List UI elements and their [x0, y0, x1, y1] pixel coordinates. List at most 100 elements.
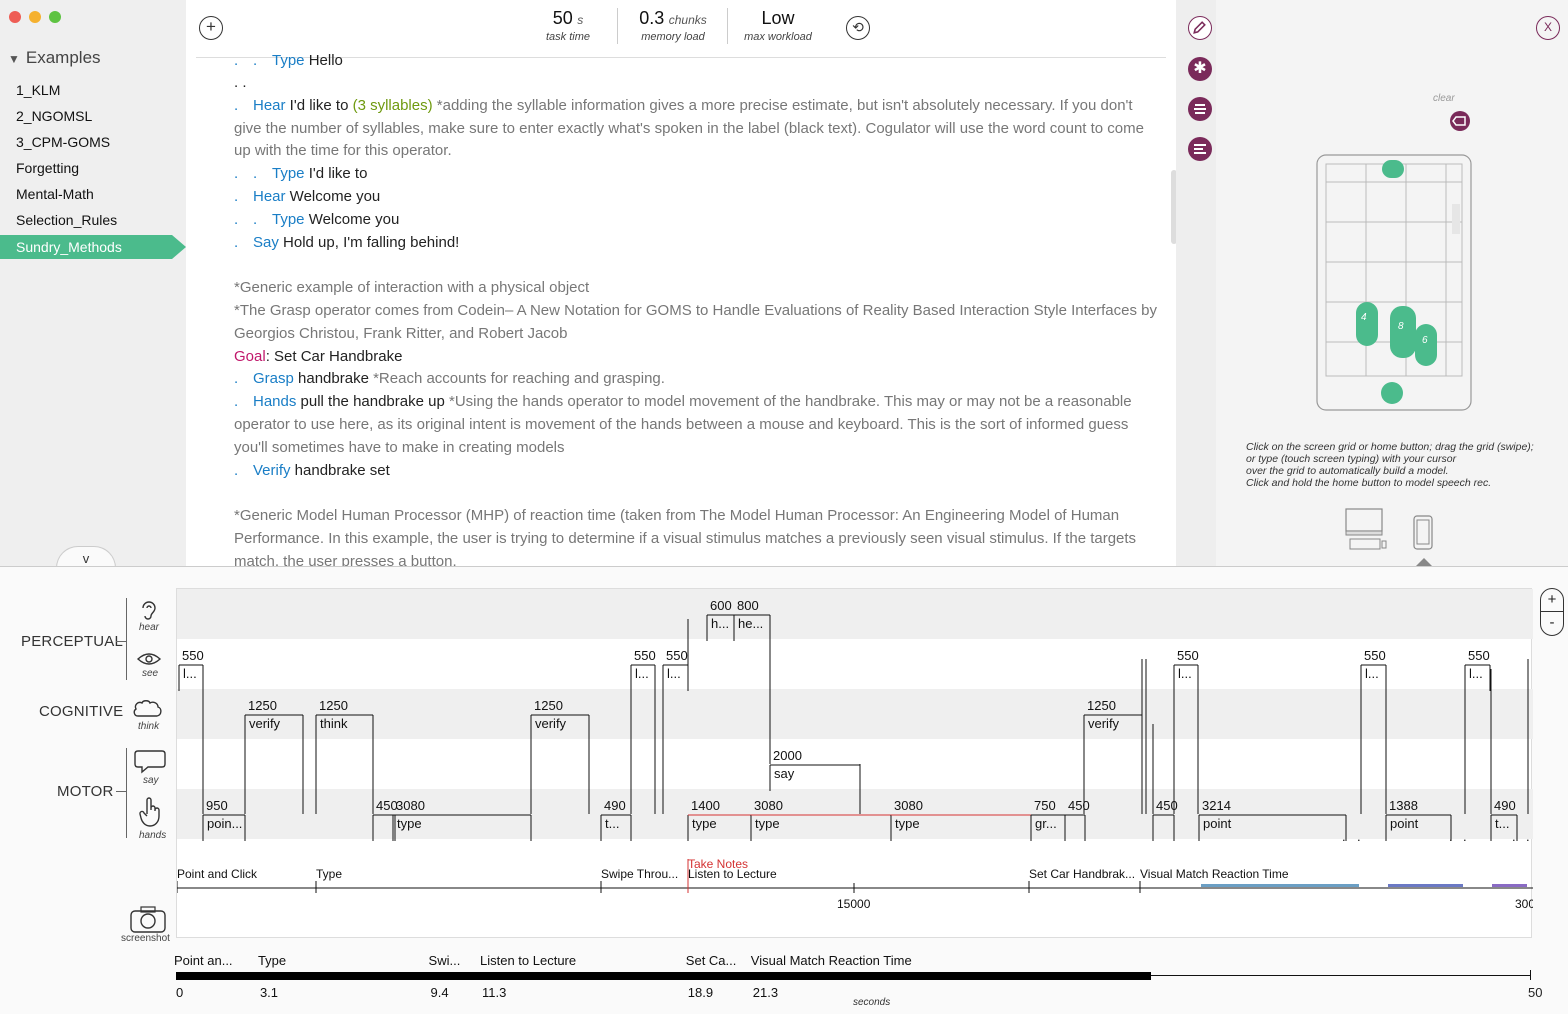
overview-goal-label: Point an...	[174, 953, 233, 968]
edit-button[interactable]	[1188, 16, 1212, 40]
operator-keyword: Grasp	[253, 370, 294, 388]
operator-duration: 1250	[248, 698, 277, 713]
align-button[interactable]	[1188, 97, 1212, 121]
code-editor[interactable]: + 50 s task time 0.3 chunks memory load …	[186, 0, 1214, 566]
code-comment: *Generic example of interaction with a p…	[234, 279, 590, 297]
row-tick	[116, 791, 126, 792]
instruction-line: Click and hold the home button to model …	[1246, 477, 1492, 489]
refresh-button[interactable]: ⟲	[846, 16, 870, 40]
operator-timeline-chart[interactable]: 550 l... 950 poin... 1250 verify 1250 think 450 3…	[176, 588, 1535, 938]
clear-button[interactable]	[1450, 111, 1470, 131]
add-model-button[interactable]: +	[199, 16, 223, 40]
operator-name: he...	[738, 616, 763, 631]
phone-device[interactable]	[1316, 154, 1472, 412]
touch-swipe-8	[1390, 306, 1416, 358]
workload-value: Low	[761, 8, 795, 28]
code-comment: *Reach accounts for reaching and graspin…	[373, 370, 665, 388]
code-line: . Say Hold up, I'm falling behind!	[234, 233, 460, 251]
sidebar-item-selection-rules[interactable]: Selection_Rules	[0, 208, 186, 232]
motor-row-label: MOTOR	[57, 783, 114, 800]
say-label: say	[143, 775, 159, 786]
divider	[727, 8, 728, 44]
operator-name: type	[895, 816, 920, 831]
operator-label: I'd like to	[285, 96, 353, 114]
operator-duration: 490	[604, 798, 626, 813]
disclosure-triangle-icon[interactable]: ▼	[8, 52, 20, 66]
operator-label: Welcome you	[285, 187, 381, 205]
operator-duration: 3214	[1202, 798, 1231, 813]
see-label: see	[142, 668, 159, 679]
home-button[interactable]	[1381, 382, 1403, 404]
zoom-out-button[interactable]: -	[1541, 611, 1563, 634]
operator-duration: 950	[206, 798, 228, 813]
examples-folder[interactable]: ▼ Examples	[8, 48, 101, 68]
settings-button[interactable]: ✱	[1188, 57, 1212, 81]
close-window-button[interactable]	[9, 11, 21, 23]
overview-goal-label: Swi...	[428, 953, 461, 968]
more-dots: .	[1357, 829, 1361, 844]
operator-duration: 600	[710, 598, 732, 613]
overview-time-label: 21.3	[752, 985, 779, 1000]
row-band	[177, 589, 1533, 639]
operator-duration: 550	[666, 648, 688, 663]
syllable-count: (3 syllables)	[352, 96, 433, 114]
axis-tick-label: 15000	[837, 897, 871, 911]
code-dots: . .	[234, 74, 247, 91]
operator-keyword: Hear	[253, 96, 286, 114]
overview-progress	[176, 972, 1151, 980]
instruction-line: Click on the screen grid or home button;…	[1246, 441, 1534, 453]
touch-label: 6	[1422, 335, 1428, 346]
operator-keyword: Hands	[253, 393, 297, 411]
text-lines-icon	[1194, 144, 1206, 154]
touch-swipe-4	[1356, 302, 1378, 346]
sidebar-item-forgetting[interactable]: Forgetting	[0, 156, 186, 180]
perceptual-bracket	[126, 598, 127, 680]
row-tick	[116, 641, 126, 642]
zoom-in-button[interactable]: +	[1541, 589, 1563, 611]
overview-goal-label: Visual Match Reaction Time	[750, 953, 912, 968]
divider	[617, 8, 618, 44]
highlight-range	[1388, 884, 1463, 887]
hear-label: hear	[139, 622, 160, 633]
close-panel-button[interactable]: X	[1536, 16, 1560, 40]
goal-label: : Set Car Handbrake	[265, 347, 403, 365]
zoom-window-button[interactable]	[49, 11, 61, 23]
speech-bubble-icon	[134, 750, 166, 774]
seconds-unit-label: seconds	[853, 997, 891, 1008]
task-time-unit: s	[577, 13, 584, 27]
task-time-stat: 50 s task time	[526, 8, 610, 43]
desktop-icon[interactable]	[1344, 507, 1390, 553]
overview-time-label: 18.9	[687, 985, 714, 1000]
model-code[interactable]: .. Type Hello . . . Hear I'd like to (3 sy…	[234, 50, 1164, 566]
mobile-icon[interactable]	[1412, 514, 1436, 552]
operator-keyword: Verify	[253, 461, 291, 479]
highlight-range	[1201, 884, 1359, 887]
list-icon	[1194, 104, 1206, 114]
overview-time-label: 3.1	[259, 985, 279, 1000]
sidebar-item-mental-math[interactable]: Mental-Math	[0, 182, 186, 206]
minimize-window-button[interactable]	[29, 11, 41, 23]
operator-keyword: Hear	[253, 187, 286, 205]
sidebar-item-klm[interactable]: 1_KLM	[0, 78, 186, 102]
camera-icon[interactable]	[128, 904, 168, 934]
row-band	[177, 689, 1533, 739]
operator-name: point	[1390, 816, 1419, 831]
operator-duration: 1250	[534, 698, 563, 713]
sidebar-item-cpm-goms[interactable]: 3_CPM-GOMS	[0, 130, 186, 154]
sidebar-item-ngomsl[interactable]: 2_NGOMSL	[0, 104, 186, 128]
zoom-control[interactable]: + -	[1540, 588, 1564, 636]
collapse-timeline-button[interactable]: v	[56, 546, 116, 568]
memory-value: 0.3	[639, 8, 665, 28]
operator-duration: 3080	[754, 798, 783, 813]
goal-keyword: Goal	[234, 347, 266, 365]
operator-label: pull the handbrake up	[296, 393, 449, 411]
operator-duration: 550	[1177, 648, 1199, 663]
hands-label: hands	[139, 830, 167, 841]
more-dots: .	[1342, 829, 1346, 844]
operator-name: poin...	[207, 816, 242, 831]
operator-duration: 450	[376, 798, 398, 813]
operator-name: type	[397, 816, 422, 831]
sidebar-item-sundry-methods[interactable]: Sundry_Methods	[0, 235, 186, 259]
outline-button[interactable]	[1188, 137, 1212, 161]
overview-goal-label: Listen to Lecture	[480, 953, 577, 968]
